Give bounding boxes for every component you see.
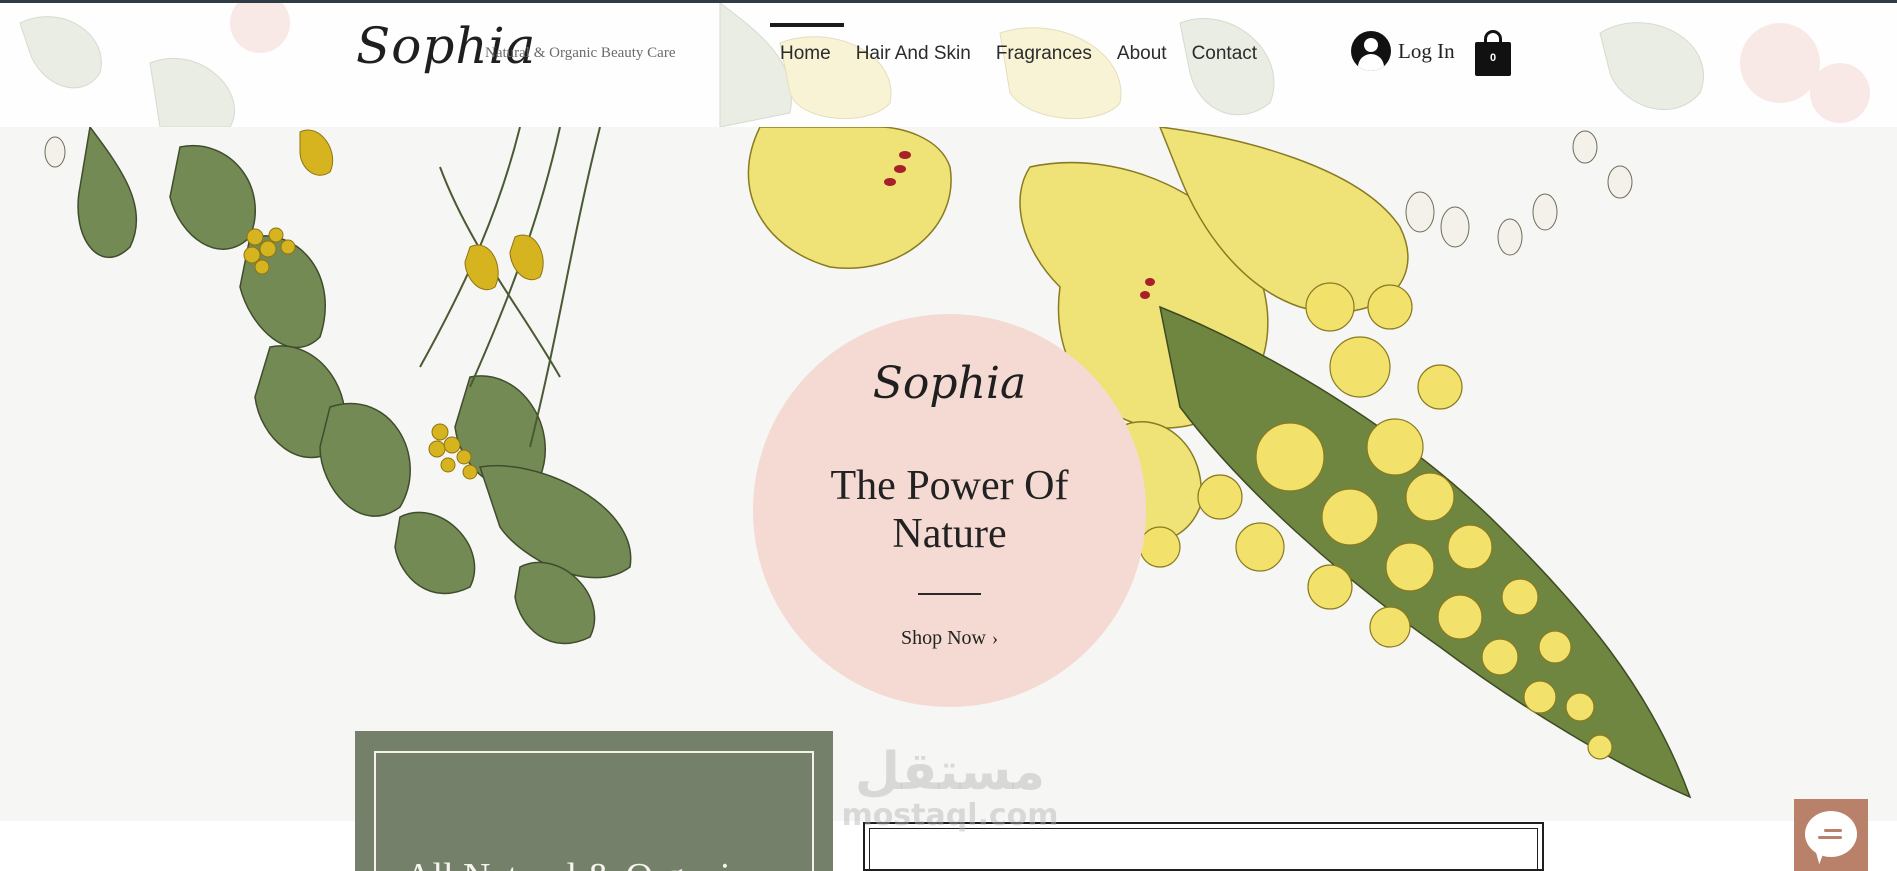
hero-section: Sophia The Power Of Nature Shop Now › (0, 127, 1897, 821)
nav-item-fragrances[interactable]: Fragrances (986, 23, 1107, 83)
main-nav: Home Hair And Skin Fragrances About Cont… (770, 23, 1272, 83)
product-preview-frame (869, 828, 1538, 871)
nav-item-home[interactable]: Home (770, 23, 846, 83)
cart-count-badge: 0 (1489, 52, 1497, 64)
hero-title: The Power Of Nature (830, 463, 1069, 557)
shop-now-label: Shop Now (900, 627, 986, 649)
shop-now-button[interactable]: Shop Now › (753, 627, 1146, 650)
intro-card (355, 731, 833, 871)
watermark: مستقل mostaql.com (835, 743, 1065, 831)
watermark-latin: mostaql.com (841, 798, 1059, 833)
hero-divider (918, 593, 981, 595)
watermark-arabic: مستقل (854, 742, 1046, 802)
cart-button[interactable]: 0 (1475, 30, 1511, 76)
site-tagline: Natural & Organic Beauty Care (485, 45, 676, 61)
chat-button[interactable] (1794, 799, 1868, 871)
chevron-right-icon: › (992, 628, 998, 648)
nav-item-about[interactable]: About (1107, 23, 1182, 83)
nav-item-hair-and-skin[interactable]: Hair And Skin (846, 23, 986, 83)
intro-card-title: All Natural & Organic (405, 852, 825, 871)
login-button[interactable]: Log In (1351, 31, 1455, 71)
site-header: Sophia Natural & Organic Beauty Care Hom… (0, 3, 1897, 127)
hero-circle: Sophia The Power Of Nature Shop Now › (753, 314, 1146, 707)
hero-brand: Sophia (872, 358, 1027, 409)
login-label: Log In (1398, 38, 1455, 63)
user-avatar-icon (1351, 31, 1391, 71)
nav-item-contact[interactable]: Contact (1182, 23, 1272, 83)
